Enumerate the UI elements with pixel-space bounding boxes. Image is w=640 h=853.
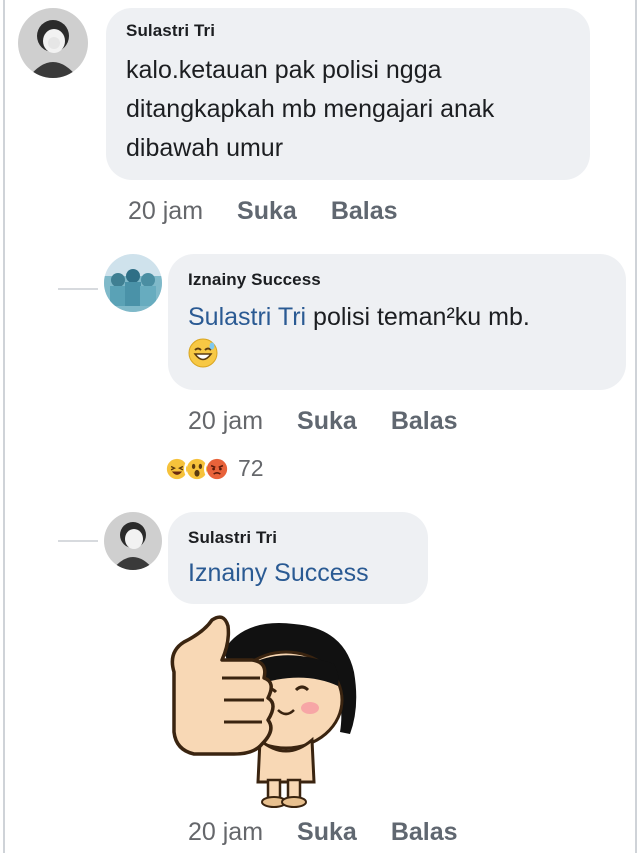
reply-text: polisi teman²ku mb.	[306, 303, 530, 331]
reply-author[interactable]: Iznainy Success	[188, 270, 606, 290]
like-button[interactable]: Suka	[237, 197, 297, 226]
comment-time[interactable]: 20 jam	[128, 197, 203, 226]
avatar-sulastri-tri[interactable]	[104, 512, 162, 570]
mention-link[interactable]: Iznainy Success	[188, 559, 369, 587]
avatar-iznainy-success[interactable]	[104, 254, 162, 312]
screen-left-edge	[3, 0, 5, 853]
reply-time[interactable]: 20 jam	[188, 407, 263, 436]
reply-meta: 20 jam Suka Balas	[188, 818, 458, 847]
thread-connector	[58, 230, 98, 290]
angry-reaction-icon	[204, 455, 230, 482]
reply-meta: 20 jam Suka Balas	[188, 407, 458, 436]
avatar-sulastri-tri[interactable]	[18, 8, 88, 78]
thread-connector	[58, 490, 98, 542]
comment-author[interactable]: Sulastri Tri	[126, 21, 568, 41]
reply-bubble: Iznainy Success Sulastri Tri polisi tema…	[168, 254, 626, 390]
reply-author[interactable]: Sulastri Tri	[188, 528, 408, 548]
like-button[interactable]: Suka	[297, 407, 357, 436]
thumbs-up-girl-sticker[interactable]	[164, 612, 364, 808]
reply-button[interactable]: Balas	[391, 818, 458, 847]
comment-bubble: Sulastri Tri kalo.ketauan pak polisi ngg…	[106, 8, 590, 180]
comment-text: kalo.ketauan pak polisi ngga ditangkapka…	[126, 56, 495, 162]
reply-bubble: Sulastri Tri Iznainy Success	[168, 512, 428, 604]
comment-meta: 20 jam Suka Balas	[128, 197, 398, 226]
like-button[interactable]: Suka	[297, 818, 357, 847]
reply-text-line: Sulastri Tri polisi teman²ku mb.	[188, 300, 606, 334]
screen-right-edge	[635, 0, 637, 853]
reply-button[interactable]: Balas	[391, 407, 458, 436]
reaction-summary[interactable]: 72	[164, 455, 264, 482]
grinning-sweat-emoji	[188, 338, 218, 368]
reply-time[interactable]: 20 jam	[188, 818, 263, 847]
reply-button[interactable]: Balas	[331, 197, 398, 226]
reaction-count: 72	[238, 455, 264, 481]
mention-link[interactable]: Sulastri Tri	[188, 303, 306, 331]
